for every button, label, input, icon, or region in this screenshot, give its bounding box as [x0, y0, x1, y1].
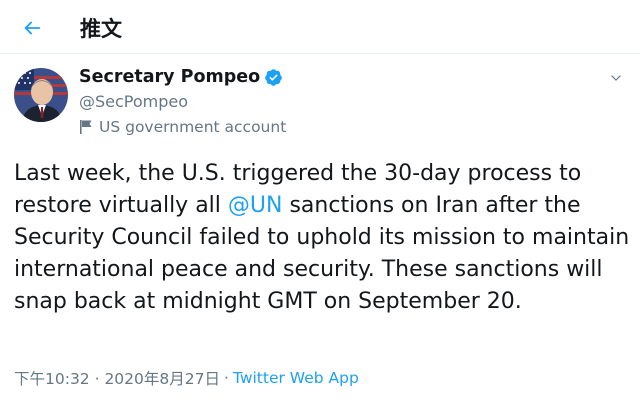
arrow-left-icon [24, 21, 41, 35]
display-name-row: Secretary Pompeo [79, 67, 283, 87]
top-bar: 推文 [0, 0, 640, 54]
tweet-metadata: 下午10:32 · 2020年8月27日 · Twitter Web App [14, 367, 359, 389]
tweet-timestamp[interactable]: 下午10:32 · 2020年8月27日 [14, 367, 220, 389]
user-handle[interactable]: @SecPompeo [79, 92, 188, 111]
tweet-source-link[interactable]: Twitter Web App [233, 369, 359, 387]
verified-badge-icon [265, 68, 282, 86]
mention-link[interactable]: @UN [228, 193, 283, 218]
meta-separator: · [223, 369, 229, 387]
page-title: 推文 [80, 17, 122, 41]
back-button[interactable] [14, 10, 50, 46]
tweet-text: Last week, the U.S. triggered the 30-day… [14, 158, 630, 318]
flag-icon [80, 120, 92, 134]
chevron-down-icon [611, 75, 621, 81]
tweet-author: Secretary Pompeo @SecPompeo US governmen… [14, 66, 626, 156]
avatar-image [14, 68, 68, 122]
more-options-button[interactable] [606, 68, 626, 88]
display-name[interactable]: Secretary Pompeo [79, 67, 260, 87]
government-account-label: US government account [79, 118, 286, 136]
avatar[interactable] [14, 68, 68, 122]
government-account-text: US government account [99, 118, 287, 136]
